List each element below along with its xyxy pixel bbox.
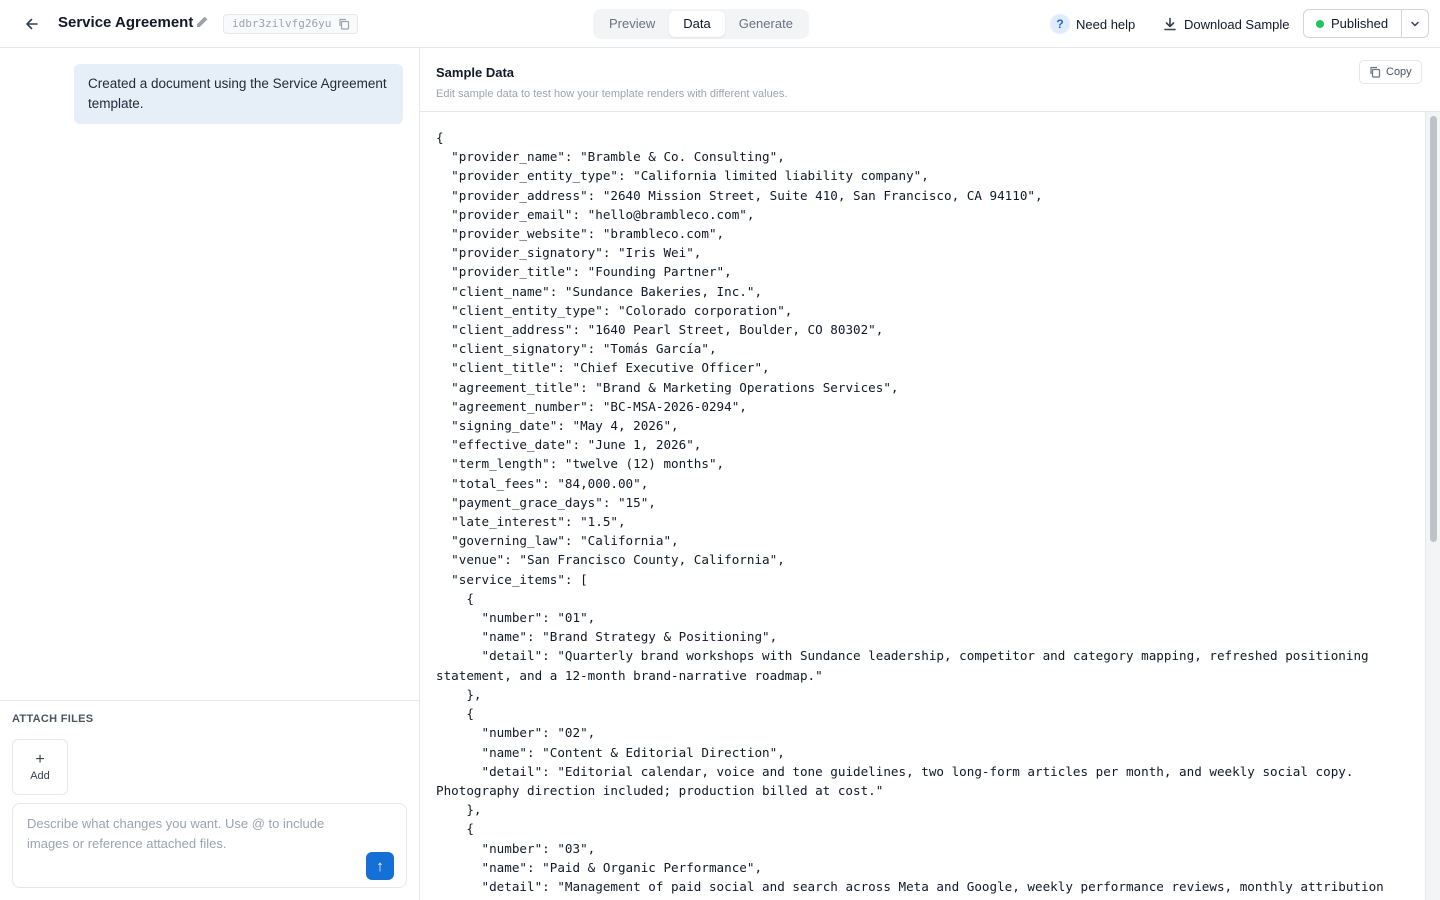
send-button[interactable]: ↑: [366, 852, 394, 880]
sample-data-subtitle: Edit sample data to test how your templa…: [436, 88, 788, 100]
top-bar: Service Agreement idbr3zilvfg26yu Previe…: [0, 0, 1440, 48]
editor-scrollbar[interactable]: [1425, 112, 1440, 900]
download-sample-label: Download Sample: [1184, 16, 1290, 32]
json-code: { "provider_name": "Bramble & Co. Consul…: [436, 130, 1384, 894]
need-help-label: Need help: [1076, 16, 1136, 32]
plus-icon: +: [35, 751, 45, 768]
json-editor[interactable]: { "provider_name": "Bramble & Co. Consul…: [420, 112, 1425, 900]
pencil-icon[interactable]: [195, 15, 211, 31]
back-arrow-icon: [26, 18, 38, 30]
attach-files-label: ATTACH FILES: [12, 713, 94, 725]
template-id: idbr3zilvfg26yu: [232, 17, 332, 30]
publish-status-group: Published: [1303, 9, 1430, 38]
back-button[interactable]: [20, 12, 44, 36]
copy-button[interactable]: Copy: [1359, 60, 1422, 84]
chat-panel: Created a document using the Service Agr…: [0, 48, 420, 900]
copy-label: Copy: [1386, 66, 1412, 78]
need-help-button[interactable]: ? Need help: [1050, 13, 1135, 35]
download-icon: [1164, 17, 1176, 31]
document-title: Service Agreement: [58, 14, 194, 31]
status-label: Published: [1331, 16, 1389, 31]
sample-data-title: Sample Data: [436, 65, 515, 80]
view-tabs: Preview Data Generate: [593, 9, 809, 39]
scrollbar-thumb[interactable]: [1430, 116, 1437, 542]
status-dot: [1316, 19, 1324, 28]
template-id-chip: idbr3zilvfg26yu: [223, 14, 359, 34]
download-sample-button[interactable]: Download Sample: [1163, 13, 1290, 35]
tab-preview[interactable]: Preview: [595, 11, 669, 37]
attach-files-section: ATTACH FILES + Add ↑: [0, 700, 419, 900]
add-file-label: Add: [30, 770, 50, 782]
published-button[interactable]: Published: [1304, 10, 1403, 37]
publish-options-button[interactable]: [1402, 10, 1428, 37]
help-icon: ?: [1050, 14, 1070, 34]
chevron-down-icon: [1411, 21, 1419, 26]
sample-data-panel: Sample Data Edit sample data to test how…: [420, 48, 1440, 900]
tab-data[interactable]: Data: [669, 11, 725, 37]
copy-icon[interactable]: [338, 18, 350, 30]
sample-data-header: Sample Data Edit sample data to test how…: [420, 48, 1440, 112]
prompt-input[interactable]: [27, 814, 357, 858]
copy-icon: [1370, 66, 1381, 78]
chat-message: Created a document using the Service Agr…: [74, 64, 403, 124]
prompt-box: ↑: [12, 803, 407, 888]
add-file-button[interactable]: + Add: [12, 739, 68, 795]
tab-generate[interactable]: Generate: [725, 11, 807, 37]
